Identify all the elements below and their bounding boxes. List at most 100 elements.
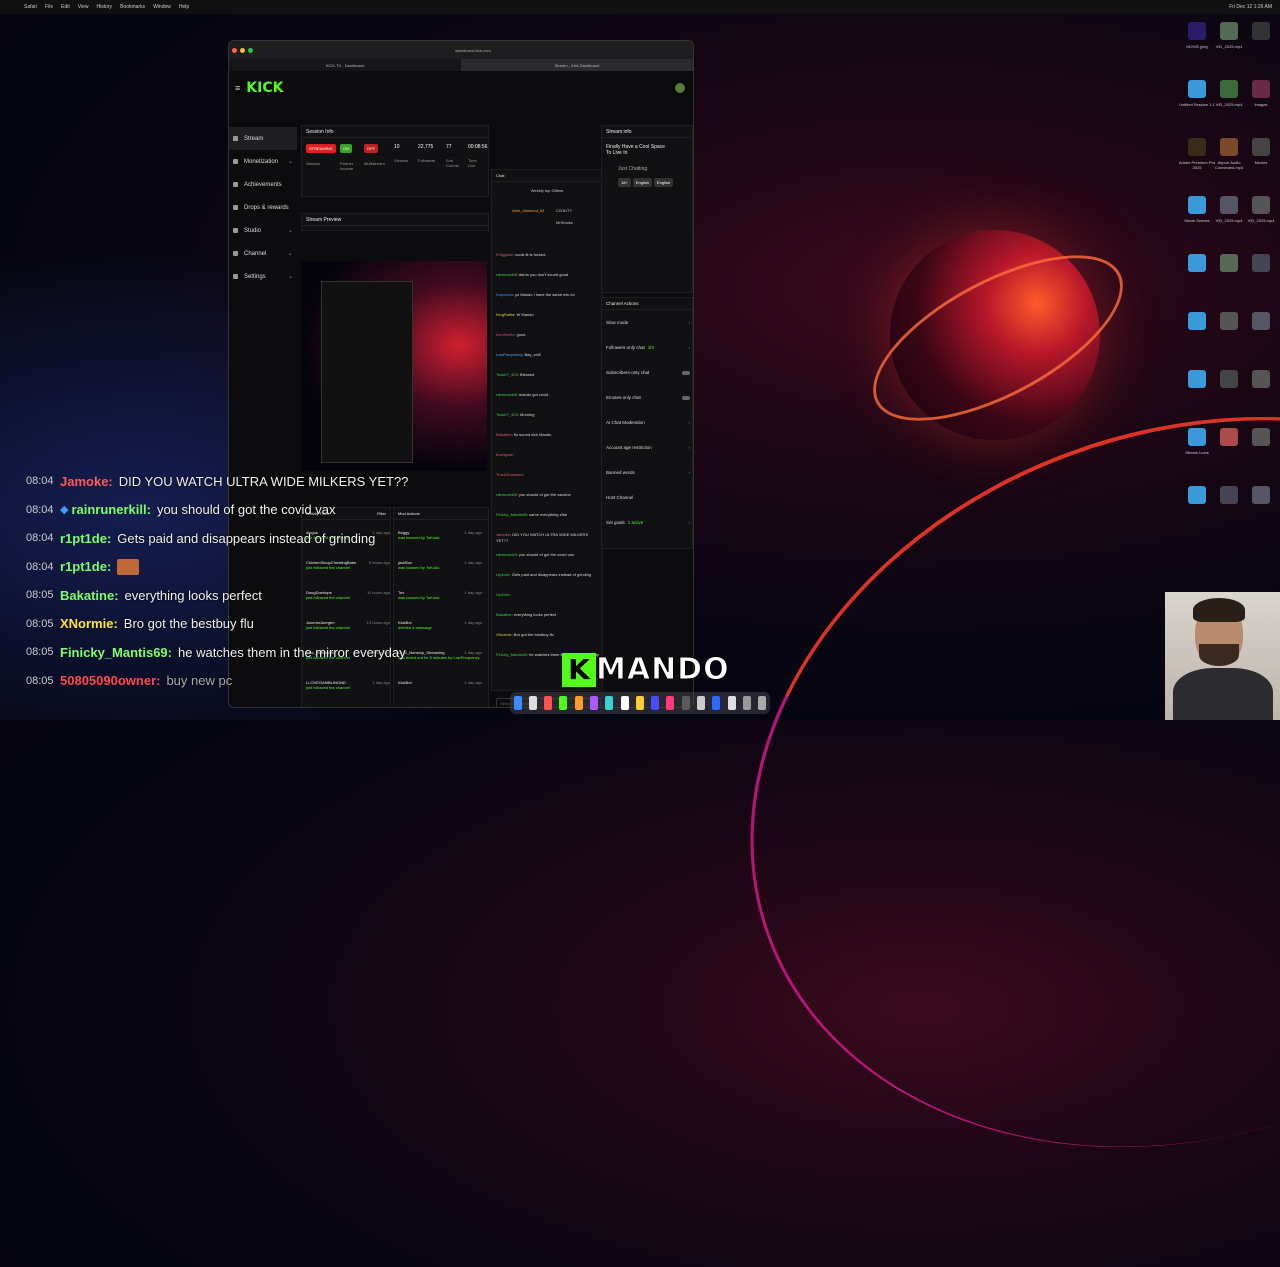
sidebar-item-studio[interactable]: Studio ⌄ bbox=[229, 219, 297, 242]
stream-preview-video[interactable] bbox=[301, 261, 487, 471]
desktop-file-icon[interactable] bbox=[1220, 428, 1238, 446]
gifter-3[interactable]: MrStocks bbox=[556, 220, 573, 225]
chat-username[interactable]: Finicky_Mantis69 bbox=[496, 652, 527, 657]
chat-username[interactable]: Finicky_Mantis69 bbox=[496, 512, 527, 517]
tab-stream-dashboard[interactable]: Stream - Kick Dashboard bbox=[461, 59, 693, 71]
dock-app-icon[interactable] bbox=[635, 696, 644, 710]
chat-username[interactable]: Tower7_420 bbox=[496, 412, 518, 417]
desktop-file-icon[interactable] bbox=[1252, 138, 1270, 156]
dock-app-icon[interactable] bbox=[605, 696, 614, 710]
desktop-file-icon[interactable] bbox=[1252, 254, 1270, 272]
chat-username[interactable]: XNormie bbox=[496, 632, 512, 637]
desktop-file-icon[interactable] bbox=[1220, 254, 1238, 272]
sidebar-item-achievements[interactable]: Achievements bbox=[229, 173, 297, 196]
desktop-file-icon[interactable] bbox=[1252, 312, 1270, 330]
dock-app-icon[interactable] bbox=[712, 696, 721, 710]
dock-app-icon[interactable] bbox=[742, 696, 751, 710]
dock-app-icon[interactable] bbox=[651, 696, 660, 710]
zoom-window-button[interactable] bbox=[248, 47, 253, 53]
chat-username[interactable]: Bakatine bbox=[496, 432, 512, 437]
sidebar-item-channel[interactable]: Channel ⌄ bbox=[229, 242, 297, 265]
desktop-file-icon[interactable] bbox=[1220, 80, 1238, 98]
menubar-item-edit[interactable]: Edit bbox=[61, 4, 70, 10]
desktop-file-icon[interactable] bbox=[1220, 486, 1238, 504]
dock-app-icon[interactable] bbox=[697, 696, 706, 710]
channel-action-subscribers-only-chat[interactable]: Subscribers-only chat bbox=[606, 370, 690, 375]
desktop-file-icon[interactable] bbox=[1220, 138, 1238, 156]
desktop-file-icon[interactable] bbox=[1252, 370, 1270, 388]
toggle-switch[interactable] bbox=[682, 395, 690, 400]
gifter-1[interactable]: cline_diamond_64 bbox=[512, 208, 544, 213]
menubar-item-file[interactable]: File bbox=[45, 4, 53, 10]
desktop-file-icon[interactable] bbox=[1252, 428, 1270, 446]
chat-username[interactable]: TruckScammer bbox=[496, 472, 523, 477]
stream-title[interactable]: Finally Have a Cool Space To Live In bbox=[606, 144, 668, 156]
desktop-file-icon[interactable] bbox=[1252, 486, 1270, 504]
dock-app-icon[interactable] bbox=[513, 696, 522, 710]
chat-username[interactable]: LowFrequency bbox=[496, 352, 522, 357]
desktop-file-icon[interactable] bbox=[1188, 370, 1206, 388]
dock-app-icon[interactable] bbox=[574, 696, 583, 710]
chat-username[interactable]: bushgoat bbox=[496, 452, 512, 457]
close-window-button[interactable] bbox=[232, 47, 237, 53]
menubar-item-history[interactable]: History bbox=[97, 4, 113, 10]
channel-action-emotes-only-chat[interactable]: Emotes-only chat bbox=[606, 395, 690, 400]
desktop-file-icon[interactable] bbox=[1220, 196, 1238, 214]
user-avatar[interactable] bbox=[675, 83, 685, 93]
desktop-file-icon[interactable] bbox=[1252, 22, 1270, 40]
desktop-file-icon[interactable] bbox=[1252, 196, 1270, 214]
dock-app-icon[interactable] bbox=[590, 696, 599, 710]
minimize-window-button[interactable] bbox=[240, 47, 245, 53]
sidebar-item-stream[interactable]: Stream bbox=[229, 127, 297, 150]
hamburger-menu-icon[interactable]: ≡ bbox=[235, 83, 240, 93]
chat-username[interactable]: Kaposzta bbox=[496, 292, 513, 297]
desktop-file-icon[interactable] bbox=[1252, 80, 1270, 98]
sidebar-item-settings[interactable]: Settings ⌄ bbox=[229, 265, 297, 288]
chat-username[interactable]: rainrunerkill bbox=[496, 552, 517, 557]
channel-action-followers-only-chat[interactable]: Followers-only chat 1hr › bbox=[606, 345, 690, 350]
desktop-file-icon[interactable] bbox=[1220, 370, 1238, 388]
channel-action-set-goals[interactable]: Set goals 1 active › bbox=[606, 520, 690, 525]
dock-app-icon[interactable] bbox=[666, 696, 675, 710]
channel-action-host-channel[interactable]: Host Channel bbox=[606, 495, 690, 500]
chat-username[interactable]: r1pt1de bbox=[496, 572, 510, 577]
kick-logo[interactable]: KICK bbox=[246, 80, 283, 96]
dock-app-icon[interactable] bbox=[681, 696, 690, 710]
stream-category[interactable]: Just Chatting bbox=[618, 166, 647, 172]
menubar-item-help[interactable]: Help bbox=[179, 4, 189, 10]
chat-username[interactable]: Jamoke bbox=[496, 532, 510, 537]
dock-app-icon[interactable] bbox=[620, 696, 629, 710]
chat-username[interactable]: r1pt1de bbox=[496, 592, 510, 597]
sidebar-item-drops-rewards[interactable]: Drops & rewards bbox=[229, 196, 297, 219]
channel-action-banned-words[interactable]: Banned words › bbox=[606, 470, 690, 475]
chat-username[interactable]: RJiggsAz bbox=[496, 252, 513, 257]
activity-filter-button[interactable]: Filter bbox=[377, 511, 386, 516]
desktop-file-icon[interactable] bbox=[1188, 80, 1206, 98]
gifter-2[interactable]: CIVILITY bbox=[556, 208, 572, 213]
dock-app-icon[interactable] bbox=[727, 696, 736, 710]
chat-username[interactable]: Bakatine bbox=[496, 612, 512, 617]
tab-dashboard[interactable]: KICK.TV - Dashboard bbox=[229, 59, 461, 71]
desktop-file-icon[interactable] bbox=[1188, 428, 1206, 446]
channel-action-slow-mode[interactable]: Slow mode › bbox=[606, 320, 690, 325]
toggle-switch[interactable] bbox=[682, 370, 690, 375]
menubar-item-view[interactable]: View bbox=[78, 4, 89, 10]
chat-username[interactable]: rainrunerkill bbox=[496, 272, 517, 277]
chat-username[interactable]: bandrwelc bbox=[496, 332, 514, 337]
partner-income-toggle[interactable]: ON bbox=[340, 144, 352, 153]
desktop-file-icon[interactable] bbox=[1188, 22, 1206, 40]
channel-action-ai-chat-moderation[interactable]: AI Chat Moderation › bbox=[606, 420, 690, 425]
sidebar-item-monetization[interactable]: Monetization ⌄ bbox=[229, 150, 297, 173]
dock-app-icon[interactable] bbox=[528, 696, 537, 710]
chat-username[interactable]: rainrunerkill bbox=[496, 392, 517, 397]
multistream-toggle[interactable]: OFF bbox=[364, 144, 378, 153]
menubar-item-safari[interactable]: Safari bbox=[24, 4, 37, 10]
chat-username[interactable]: KingRalfia bbox=[496, 312, 514, 317]
desktop-file-icon[interactable] bbox=[1188, 312, 1206, 330]
desktop-file-icon[interactable] bbox=[1220, 22, 1238, 40]
menubar-item-window[interactable]: Window bbox=[153, 4, 171, 10]
channel-action-account-age-restriction[interactable]: Account age restriction › bbox=[606, 445, 690, 450]
dock-app-icon[interactable] bbox=[559, 696, 568, 710]
menubar-clock[interactable]: Fri Dec 12 1:26 AM bbox=[1229, 4, 1272, 10]
desktop-file-icon[interactable] bbox=[1188, 486, 1206, 504]
